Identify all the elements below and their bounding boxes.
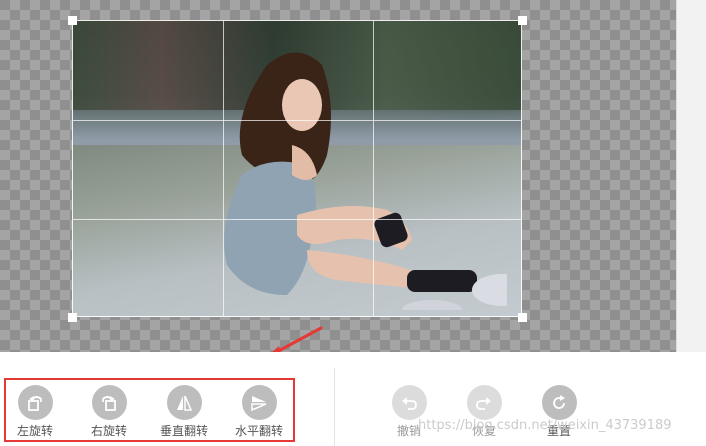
undo-icon [391,385,427,420]
crop-grid-line [73,120,521,121]
crop-grid-line [373,21,374,316]
toolbar-divider [334,368,335,446]
crop-canvas[interactable] [0,0,676,352]
crop-handle-bottom-right[interactable] [518,313,527,322]
crop-handle-bottom-left[interactable] [68,313,77,322]
reset-icon [541,385,577,420]
watermark-url: https://blog.csdn.net/weixin_43739189 [418,418,672,433]
crop-handle-top-right[interactable] [518,16,527,25]
crop-grid-line [223,21,224,316]
right-panel-edge [676,0,706,352]
crop-grid-line [73,219,521,220]
redo-icon [466,385,502,420]
annotation-highlight-box [4,378,295,442]
crop-handle-top-left[interactable] [68,16,77,25]
crop-box[interactable] [72,20,522,317]
